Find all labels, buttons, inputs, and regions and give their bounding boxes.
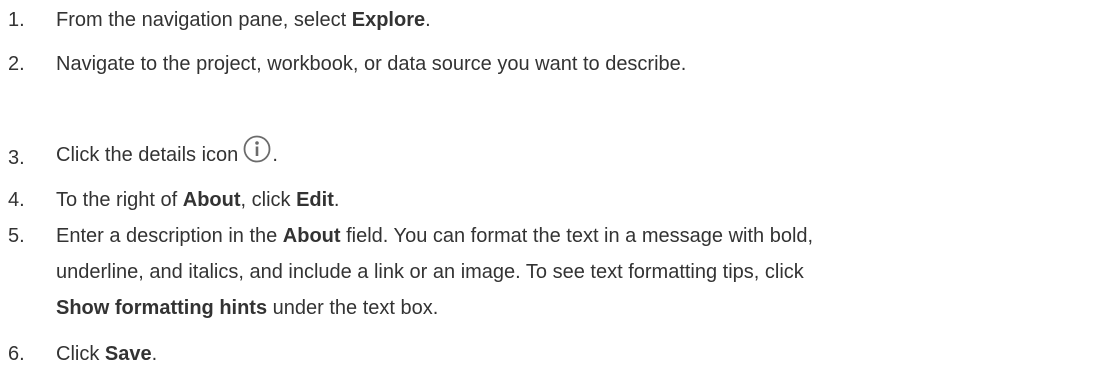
step-text: Click Save. [56,336,157,372]
step-text-segment: , click [240,189,297,211]
step-text-line: underline, and italics, and include a li… [56,261,804,283]
step-number: 6. [8,343,25,365]
step-text-segment: To the right of [56,189,183,211]
step-text-segment: . [151,343,158,365]
ui-term-show-formatting-hints: Show formatting hints [56,297,268,319]
step-text: Enter a description in the About field. … [56,218,813,326]
step-text-segment: Click the details icon [56,144,239,166]
step-text-segment: Enter a description in the [56,225,283,247]
instruction-page: { "steps": [ { "number": "1.", "before":… [0,0,1096,383]
step-text-segment: . [272,144,278,166]
step-text-segment: Click [56,343,105,365]
step-text: Click the details icon. [56,134,278,173]
step-text: To the right of About, click Edit. [56,182,339,218]
ui-term-about: About [282,225,341,247]
ui-term-about: About [182,189,241,211]
step-text-segment: field. You can format the text in a mess… [340,225,814,247]
step-text: From the navigation pane, select Explore… [56,2,431,38]
step-text-segment: . [333,189,340,211]
step-text-line: Enter a description in the About field. … [56,218,813,254]
ui-term-explore: Explore [351,9,426,31]
info-circle-icon [242,134,272,164]
ui-term-save: Save [104,343,152,365]
ui-term-edit: Edit [296,189,334,211]
step-text-segment: under the text box. [267,297,439,319]
step-number: 4. [8,189,25,211]
step-number: 3. [8,147,25,169]
step-number: 2. [8,53,25,75]
step-number: 5. [8,225,25,247]
step-text-segment: From the navigation pane, select [56,9,352,31]
step-text-line: Show formatting hints under the text box… [56,290,813,326]
step-text: Navigate to the project, workbook, or da… [56,53,687,75]
step-text-segment: . [425,9,431,31]
step-number: 1. [8,9,25,31]
